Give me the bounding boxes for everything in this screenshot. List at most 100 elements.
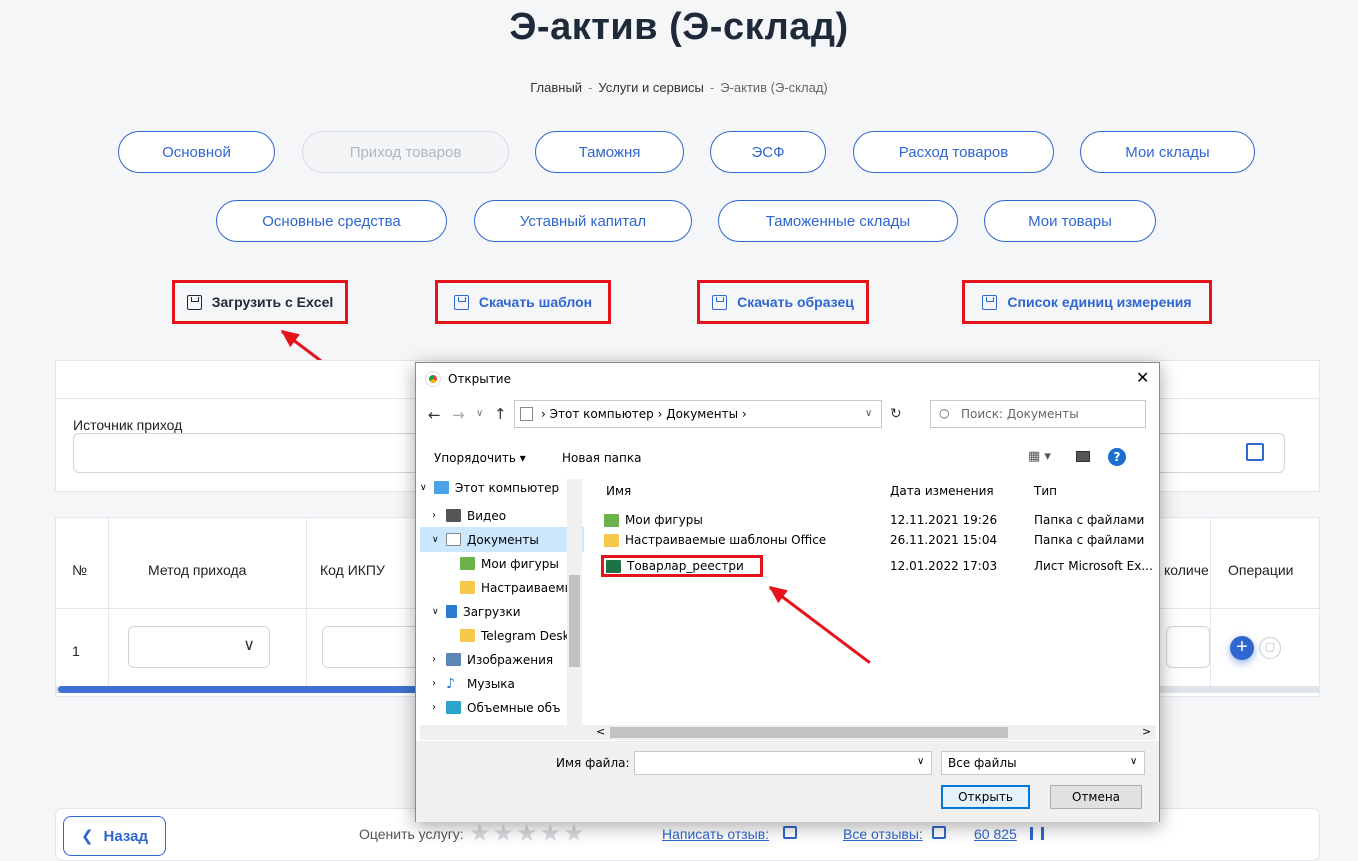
- upload-excel-button[interactable]: Загрузить с Excel: [172, 280, 348, 324]
- scroll-right-icon[interactable]: >: [1142, 725, 1151, 738]
- cancel-button[interactable]: Отмена: [1050, 785, 1142, 809]
- tab-customs-warehouses[interactable]: Таможенные склады: [718, 200, 958, 242]
- column-header-type[interactable]: Тип: [1034, 484, 1057, 498]
- search-input[interactable]: ○ Поиск: Документы: [930, 400, 1146, 428]
- add-row-icon[interactable]: +: [1230, 636, 1254, 660]
- save-icon: [712, 294, 728, 310]
- file-row[interactable]: Мои фигуры: [604, 509, 703, 531]
- views-count: 60 825: [974, 826, 1017, 842]
- scroll-left-icon[interactable]: <: [596, 725, 605, 738]
- star-icon[interactable]: ★: [563, 819, 585, 848]
- help-icon[interactable]: ?: [1108, 448, 1126, 466]
- tree-item-this-pc[interactable]: ∨ Этот компьютер: [420, 475, 559, 500]
- source-label: Источник приход: [73, 417, 183, 433]
- calendar-icon[interactable]: [1246, 443, 1264, 461]
- all-reviews-link[interactable]: Все отзывы:: [843, 826, 923, 842]
- document-icon: [520, 407, 533, 421]
- back-arrow-icon[interactable]: ←: [428, 406, 441, 424]
- tab-goods-receipt[interactable]: Приход товаров: [302, 131, 509, 173]
- tab-authorized-capital[interactable]: Уставный капитал: [474, 200, 692, 242]
- save-icon: [453, 294, 469, 310]
- tab-fixed-assets[interactable]: Основные средства: [216, 200, 447, 242]
- column-header-num: №: [72, 562, 88, 578]
- save-icon: [982, 294, 998, 310]
- tree-item-music[interactable]: › ♪ Музыка: [432, 671, 515, 696]
- search-icon: ○: [939, 406, 950, 420]
- file-open-dialog: Открытие ✕ ← → ∨ ↑ › Этот компьютер › До…: [415, 362, 1160, 822]
- tree-item-custom-templates[interactable]: Настраиваемы: [460, 575, 574, 600]
- nav-tree: ∨ Этот компьютер › Видео ∨ Документы Мои фи…: [420, 475, 584, 731]
- chevron-down-icon[interactable]: ∨: [865, 408, 872, 419]
- tab-esf[interactable]: ЭСФ: [710, 131, 826, 173]
- dialog-bottom-bar: Имя файла: ∨ Все файлы ∨ Открыть Отмена: [416, 741, 1159, 822]
- breadcrumb-home[interactable]: Главный: [530, 80, 582, 95]
- rate-label: Оценить услугу:: [359, 826, 464, 842]
- computer-icon: [434, 481, 449, 494]
- tab-my-goods[interactable]: Мои товары: [984, 200, 1156, 242]
- chevron-down-icon[interactable]: ∨: [917, 756, 924, 767]
- back-button[interactable]: ❮ Назад: [63, 816, 166, 856]
- trash-icon[interactable]: ▢: [1259, 637, 1281, 659]
- folder-icon: [604, 513, 619, 527]
- chevron-down-icon[interactable]: ∨: [1130, 756, 1137, 767]
- breadcrumb-services[interactable]: Услуги и сервисы: [598, 80, 703, 95]
- tab-customs[interactable]: Таможня: [535, 131, 684, 173]
- tree-item-images[interactable]: › Изображения: [432, 647, 553, 672]
- chevron-down-icon: ∨: [243, 637, 255, 654]
- tree-item-documents[interactable]: ∨ Документы: [420, 527, 584, 552]
- up-arrow-icon[interactable]: ↑: [494, 405, 507, 423]
- open-button[interactable]: Открыть: [941, 785, 1030, 809]
- refresh-icon[interactable]: ↻: [890, 406, 902, 422]
- annotation-arrow: [769, 586, 871, 664]
- reviews-icon[interactable]: [932, 826, 946, 839]
- breadcrumb-current: Э-актив (Э-склад): [720, 80, 828, 95]
- view-options-icon[interactable]: ▦ ▾: [1028, 449, 1051, 464]
- close-icon[interactable]: ✕: [1136, 368, 1149, 387]
- column-header-name[interactable]: Имя: [606, 484, 631, 498]
- new-folder-button[interactable]: Новая папка: [562, 451, 641, 465]
- address-bar[interactable]: › Этот компьютер › Документы › ∨: [514, 400, 882, 428]
- tab-goods-expense[interactable]: Расход товаров: [853, 131, 1054, 173]
- filename-label: Имя файла:: [556, 756, 630, 770]
- star-icon[interactable]: ★: [540, 819, 562, 848]
- tree-item-downloads[interactable]: ∨ Загрузки: [432, 599, 521, 624]
- cube-icon: [446, 701, 461, 714]
- ikpu-input[interactable]: [322, 626, 422, 668]
- download-sample-button[interactable]: Скачать образец: [697, 280, 869, 324]
- rating-stars[interactable]: ★ ★ ★ ★ ★: [469, 819, 587, 848]
- tab-my-warehouses[interactable]: Мои склады: [1080, 131, 1255, 173]
- tree-item-video[interactable]: › Видео: [432, 503, 506, 528]
- tree-item-3d-objects[interactable]: › Объемные объ: [432, 695, 561, 720]
- tree-scrollbar[interactable]: [567, 479, 582, 727]
- preview-pane-icon[interactable]: [1076, 451, 1090, 462]
- column-header-qty: количе: [1164, 562, 1209, 578]
- star-icon[interactable]: ★: [516, 819, 538, 848]
- tree-item-telegram[interactable]: Telegram Deskt: [460, 623, 574, 648]
- video-icon: [446, 509, 461, 522]
- qty-input[interactable]: [1166, 626, 1210, 668]
- file-row-excel[interactable]: Товарлар_реестри: [601, 555, 763, 577]
- column-header-ikpu: Код ИКПУ: [320, 562, 385, 578]
- filename-input[interactable]: ∨: [634, 751, 932, 775]
- tree-item-my-shapes[interactable]: Мои фигуры: [460, 551, 559, 576]
- forward-arrow-icon[interactable]: →: [452, 406, 465, 424]
- organize-menu[interactable]: Упорядочить ▾: [434, 451, 526, 465]
- breadcrumb: Главный - Услуги и сервисы - Э-актив (Э-скла…: [530, 80, 828, 95]
- column-header-date[interactable]: Дата изменения: [890, 484, 994, 498]
- download-template-button[interactable]: Скачать шаблон: [435, 280, 611, 324]
- list-scrollbar[interactable]: < >: [420, 725, 1156, 740]
- tab-main[interactable]: Основной: [118, 131, 275, 173]
- units-list-button[interactable]: Список единиц измерения: [962, 280, 1212, 324]
- filetype-select[interactable]: Все файлы ∨: [941, 751, 1145, 775]
- folder-icon: [460, 581, 475, 594]
- method-select[interactable]: ∨: [128, 626, 270, 668]
- history-chevron-icon[interactable]: ∨: [476, 408, 483, 419]
- excel-icon: [606, 559, 621, 573]
- star-icon[interactable]: ★: [493, 819, 515, 848]
- write-review-link[interactable]: Написать отзыв:: [662, 826, 769, 842]
- star-icon[interactable]: ★: [469, 819, 491, 848]
- comment-icon[interactable]: [783, 826, 797, 839]
- folder-icon: [460, 557, 475, 570]
- file-row[interactable]: Настраиваемые шаблоны Office: [604, 529, 826, 551]
- column-header-method: Метод прихода: [148, 562, 247, 578]
